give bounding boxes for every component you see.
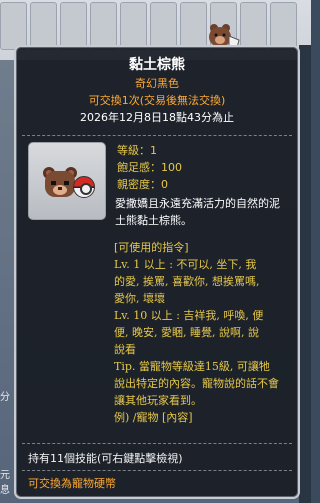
- command-line: 便, 晚安, 愛睏, 睡覺, 說啊, 說: [114, 326, 259, 339]
- command-line: Lv. 1 以上 : 不可以, 坐下, 我: [114, 258, 257, 271]
- item-name: 黏土棕熊: [129, 57, 185, 73]
- command-line: 例) /寵物 [內容]: [114, 411, 193, 424]
- command-header: [可使用的指令]: [114, 241, 189, 254]
- command-list: [可使用的指令] Lv. 1 以上 : 不可以, 坐下, 我 的愛, 挨罵, 喜…: [114, 239, 296, 426]
- inventory-slot[interactable]: [150, 2, 177, 50]
- inventory-slot[interactable]: [60, 2, 87, 50]
- description-line: 愛撒嬌且永遠充滿活力的自然的泥: [115, 197, 280, 210]
- command-line: Lv. 10 以上 : 吉祥我, 呼喚, 便: [114, 309, 264, 322]
- command-line: 說出特定的內容。寵物說的話不會: [114, 377, 279, 390]
- tooltip-header: 黏土棕熊 奇幻黑色 可交換1次(交易後無法交換) 2026年12月8日18點43…: [16, 47, 298, 126]
- command-line: 說看: [114, 343, 136, 356]
- command-line: 的愛, 挨罵, 喜歡你, 想挨罵嗎,: [114, 275, 260, 288]
- pokeball-icon: [73, 176, 95, 198]
- separator: [22, 443, 292, 444]
- exchange-info: 可交換為寵物硬幣: [28, 477, 116, 490]
- pet-fullness: 飽足感：100: [117, 161, 182, 174]
- description-line: 土熊黏土棕熊。: [115, 214, 192, 227]
- inventory-slot-row: [0, 2, 297, 50]
- inventory-slot[interactable]: [90, 2, 117, 50]
- command-line: 讓其他玩家看到。: [114, 394, 202, 407]
- separator: [22, 470, 292, 471]
- skills-info: 持有11個技能(可右鍵點擊檢視): [28, 452, 183, 465]
- background-label: 元: [0, 470, 10, 481]
- command-line: Tip. 當寵物等級達15級, 可讓牠: [114, 360, 270, 373]
- background-panel-edge: [299, 45, 311, 503]
- item-expiry: 2026年12月8日18點43分為止: [80, 111, 234, 124]
- item-description: 愛撒嬌且永遠充滿活力的自然的泥 土熊黏土棕熊。: [115, 195, 295, 229]
- item-icon-frame: [28, 142, 106, 220]
- pet-closeness: 親密度：0: [117, 178, 168, 191]
- item-variant: 奇幻黑色: [135, 77, 179, 90]
- inventory-slot[interactable]: [270, 2, 297, 50]
- background-label: 息: [0, 485, 10, 496]
- inventory-slot[interactable]: [240, 2, 267, 50]
- item-tooltip: 黏土棕熊 奇幻黑色 可交換1次(交易後無法交換) 2026年12月8日18點43…: [14, 45, 300, 499]
- inventory-slot[interactable]: [0, 2, 27, 50]
- inventory-slot[interactable]: [30, 2, 57, 50]
- inventory-slot[interactable]: [120, 2, 147, 50]
- pet-level: 等級：1: [117, 144, 157, 157]
- background-label: 分: [0, 392, 10, 403]
- command-line: 愛你, 壞壞: [114, 292, 165, 305]
- item-trade-limit: 可交換1次(交易後無法交換): [88, 94, 226, 107]
- pet-stats: 等級：1 飽足感：100 親密度：0: [117, 142, 297, 193]
- separator: [22, 135, 292, 136]
